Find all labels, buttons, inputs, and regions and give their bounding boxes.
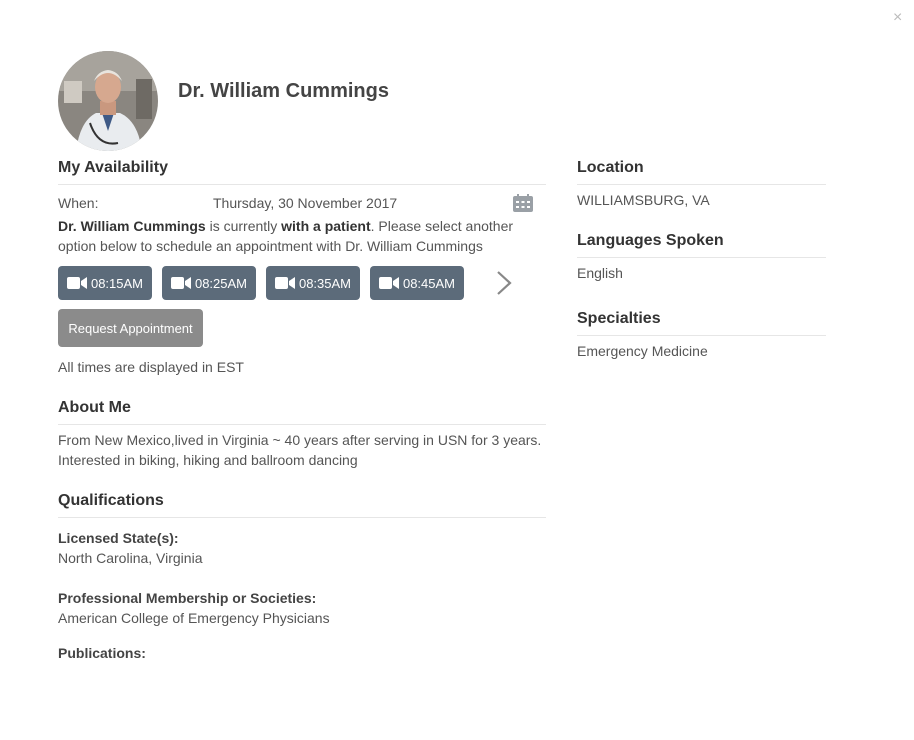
qualifications-divider <box>58 517 546 518</box>
membership-label: Professional Membership or Societies: <box>58 590 317 606</box>
status-text: is currently <box>205 218 282 234</box>
specialties-value: Emergency Medicine <box>577 343 708 359</box>
request-appointment-button[interactable]: Request Appointment <box>58 309 203 347</box>
selected-date[interactable]: Thursday, 30 November 2017 <box>213 193 397 213</box>
location-value: WILLIAMSBURG, VA <box>577 192 710 208</box>
licensed-label: Licensed State(s): <box>58 530 179 546</box>
video-camera-icon <box>274 277 295 289</box>
video-camera-icon <box>170 277 191 289</box>
licensed-value: North Carolina, Virginia <box>58 550 203 566</box>
location-title: Location <box>577 159 644 176</box>
time-slot-label: 08:35AM <box>298 275 352 291</box>
close-icon[interactable]: × <box>893 9 902 27</box>
publications-label: Publications: <box>58 645 146 661</box>
doctor-name: Dr. William Cummings <box>178 80 389 102</box>
time-slot-button[interactable]: 08:45AM <box>370 266 464 300</box>
availability-divider <box>58 184 546 185</box>
timezone-note: All times are displayed in EST <box>58 359 244 375</box>
time-slot-label: 08:15AM <box>90 275 144 291</box>
time-slot-button[interactable]: 08:15AM <box>58 266 152 300</box>
time-slot-label: 08:45AM <box>402 275 456 291</box>
time-slot-button[interactable]: 08:25AM <box>162 266 256 300</box>
location-divider <box>577 184 826 185</box>
languages-title: Languages Spoken <box>577 232 724 249</box>
video-camera-icon <box>66 277 87 289</box>
doctor-avatar <box>58 51 158 151</box>
video-camera-icon <box>378 277 399 289</box>
specialties-divider <box>577 335 826 336</box>
languages-divider <box>577 257 826 258</box>
qualifications-title: Qualifications <box>58 492 164 509</box>
about-title: About Me <box>58 399 131 416</box>
calendar-icon[interactable] <box>513 194 533 212</box>
membership-value: American College of Emergency Physicians <box>58 610 330 626</box>
availability-title: My Availability <box>58 159 168 176</box>
time-slot-button[interactable]: 08:35AM <box>266 266 360 300</box>
specialties-title: Specialties <box>577 310 661 327</box>
status-doctor-name: Dr. William Cummings <box>58 218 206 234</box>
status-state: with a patient <box>281 218 371 234</box>
time-slot-label: 08:25AM <box>194 275 248 291</box>
availability-status: Dr. William Cummings is currently with a… <box>58 216 528 256</box>
about-text: From New Mexico,lived in Virginia ~ 40 y… <box>58 432 542 468</box>
about-divider <box>58 424 546 425</box>
when-label: When: <box>58 195 99 211</box>
languages-value: English <box>577 265 623 281</box>
chevron-right-icon[interactable] <box>494 270 514 296</box>
